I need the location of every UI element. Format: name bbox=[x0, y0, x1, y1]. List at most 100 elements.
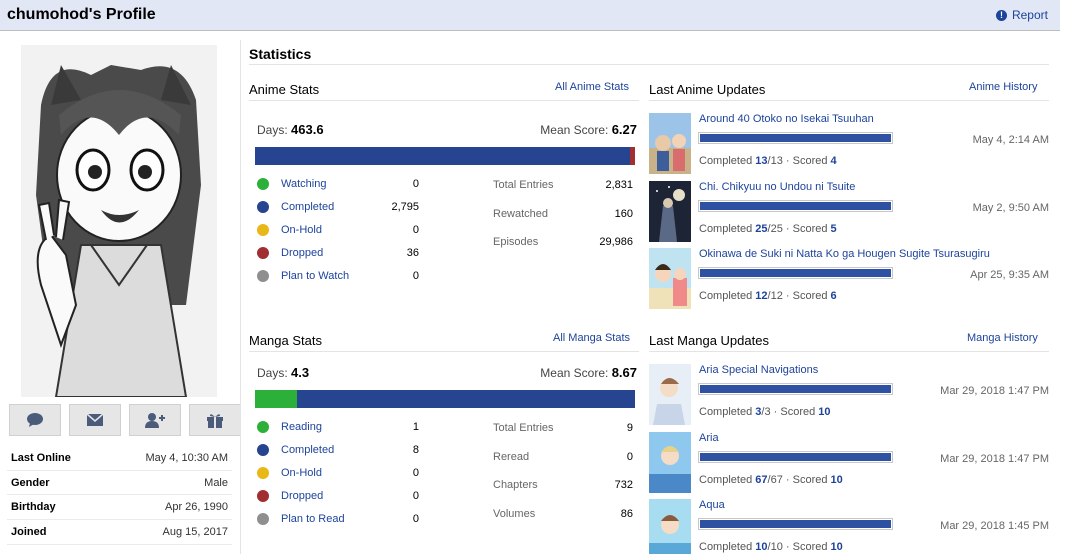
speech-bubble-icon bbox=[27, 413, 43, 427]
anime-title-link[interactable]: Around 40 Otoko no Isekai Tsuuhan bbox=[699, 113, 874, 125]
status-watching[interactable]: Watching 0 bbox=[257, 172, 422, 195]
list-item: Aria Mar 29, 2018 1:47 PM Completed 67/6… bbox=[649, 431, 1049, 500]
info-key: Last Online bbox=[11, 451, 71, 464]
status-dot bbox=[257, 200, 269, 213]
update-status: Completed bbox=[699, 290, 753, 302]
all-manga-stats-link[interactable]: All Manga Stats bbox=[553, 332, 630, 344]
total-entries-row: Total Entries 2,831 bbox=[493, 171, 633, 200]
status-count: 0 bbox=[412, 269, 419, 282]
status-count: 0 bbox=[412, 466, 419, 479]
gift-button[interactable] bbox=[189, 404, 241, 436]
status-count: 36 bbox=[406, 246, 419, 259]
info-row-birthday: Birthday Apr 26, 1990 bbox=[7, 495, 232, 521]
status-dropped[interactable]: Dropped 0 bbox=[257, 484, 422, 507]
status-bar-segment bbox=[255, 390, 298, 408]
status-reading[interactable]: Reading 1 bbox=[257, 415, 422, 438]
message-button[interactable] bbox=[69, 404, 121, 436]
manga-title-link[interactable]: Aria Special Navigations bbox=[699, 364, 818, 376]
total-label: Volumes bbox=[493, 507, 536, 520]
list-item: Aria Special Navigations Mar 29, 2018 1:… bbox=[649, 364, 1049, 432]
status-label: Plan to Read bbox=[281, 512, 345, 525]
user-info-table: Last Online May 4, 10:30 AM Gender Male … bbox=[7, 446, 232, 545]
anime-cover-thumbnail[interactable] bbox=[649, 248, 691, 309]
total-value: 86 bbox=[620, 507, 633, 520]
manga-status-list: Reading 1 Completed 8 On-Hold 0 Dropped 0 Pl… bbox=[257, 415, 422, 530]
anime-stats-heading: Anime Stats bbox=[249, 82, 320, 97]
info-row-last-online: Last Online May 4, 10:30 AM bbox=[7, 446, 232, 471]
progress-count: 12 bbox=[755, 290, 768, 302]
status-plan-to-read[interactable]: Plan to Read 0 bbox=[257, 507, 422, 530]
days-label: Days: bbox=[257, 366, 288, 380]
anime-status-list: Watching 0 Completed 2,795 On-Hold 0 Droppe… bbox=[257, 172, 422, 287]
comment-button[interactable] bbox=[9, 404, 61, 436]
update-status: Completed bbox=[699, 406, 753, 418]
progress-bar bbox=[698, 267, 893, 279]
update-date: May 4, 2:14 AM bbox=[972, 134, 1049, 146]
days-label: Days: bbox=[257, 123, 288, 137]
anime-cover-thumbnail[interactable] bbox=[649, 180, 691, 242]
mean-score-label: Mean Score: bbox=[540, 123, 609, 137]
status-on-hold[interactable]: On-Hold 0 bbox=[257, 218, 422, 241]
status-completed[interactable]: Completed 2,795 bbox=[257, 195, 422, 218]
manga-cover-thumbnail[interactable] bbox=[649, 431, 691, 493]
status-dropped[interactable]: Dropped 36 bbox=[257, 241, 422, 264]
manga-title-link[interactable]: Aqua bbox=[699, 499, 725, 511]
manga-cover-thumbnail[interactable] bbox=[649, 364, 691, 425]
update-info: Completed 12/12 · Scored 6 bbox=[699, 290, 837, 302]
anime-history-link[interactable]: Anime History bbox=[969, 81, 1037, 93]
total-label: Total Entries bbox=[493, 179, 554, 192]
info-value: Male bbox=[204, 476, 228, 489]
manga-updates-divider bbox=[649, 351, 1049, 352]
report-link[interactable]: ! Report bbox=[995, 8, 1048, 22]
status-on-hold[interactable]: On-Hold 0 bbox=[257, 461, 422, 484]
total-value: 2,831 bbox=[605, 179, 633, 192]
status-completed[interactable]: Completed 8 bbox=[257, 438, 422, 461]
status-count: 0 bbox=[412, 512, 419, 525]
progress-count: 3 bbox=[755, 406, 762, 418]
anime-cover-thumbnail[interactable] bbox=[649, 113, 691, 174]
report-label: Report bbox=[1011, 8, 1048, 22]
statistics-title: Statistics bbox=[249, 46, 312, 62]
update-status: Completed bbox=[699, 222, 753, 235]
total-label: Reread bbox=[493, 450, 530, 463]
status-plan-to-watch[interactable]: Plan to Watch 0 bbox=[257, 264, 422, 287]
mean-score-label: Mean Score: bbox=[540, 366, 609, 380]
add-friend-button[interactable] bbox=[129, 404, 181, 436]
chapters-row: Chapters 732 bbox=[493, 471, 633, 500]
anime-stats-divider bbox=[249, 100, 639, 101]
score-value: 4 bbox=[830, 155, 837, 167]
update-info: Completed 13/13 · Scored 4 bbox=[699, 155, 837, 167]
manga-mean-score: 8.67 bbox=[611, 365, 637, 380]
manga-cover-thumbnail[interactable] bbox=[649, 499, 691, 554]
anime-updates-divider bbox=[649, 100, 1049, 101]
progress-bar bbox=[698, 132, 893, 144]
info-key: Gender bbox=[11, 476, 50, 489]
manga-updates-heading: Last Manga Updates bbox=[649, 333, 769, 348]
volumes-row: Volumes 86 bbox=[493, 500, 633, 529]
anime-days-value: 463.6 bbox=[291, 122, 324, 137]
total-value: 9 bbox=[626, 422, 633, 435]
status-dot bbox=[257, 512, 269, 525]
info-key: Birthday bbox=[11, 501, 56, 514]
score-value: 5 bbox=[830, 222, 837, 235]
anime-title-link[interactable]: Okinawa de Suki ni Natta Ko ga Hougen Su… bbox=[699, 248, 990, 260]
status-bar-segment bbox=[255, 147, 631, 165]
status-label: Watching bbox=[281, 177, 327, 190]
status-dot bbox=[257, 269, 269, 282]
progress-bar bbox=[698, 199, 893, 212]
status-dot bbox=[257, 177, 269, 190]
all-anime-stats-link[interactable]: All Anime Stats bbox=[555, 81, 629, 93]
manga-stats-divider bbox=[249, 351, 639, 352]
list-item: Chi. Chikyuu no Undou ni Tsuite May 2, 9… bbox=[649, 180, 1049, 249]
manga-title-link[interactable]: Aria bbox=[699, 432, 719, 444]
progress-count: 10 bbox=[755, 541, 768, 553]
manga-history-link[interactable]: Manga History bbox=[967, 332, 1038, 344]
status-label: On-Hold bbox=[281, 466, 322, 479]
status-label: Completed bbox=[281, 200, 335, 213]
status-bar-segment bbox=[630, 147, 635, 165]
anime-title-link[interactable]: Chi. Chikyuu no Undou ni Tsuite bbox=[699, 181, 855, 193]
status-count: 2,795 bbox=[391, 200, 419, 213]
score-label: Scored bbox=[792, 222, 828, 235]
update-info: Completed 67/67 · Scored 10 bbox=[699, 473, 843, 486]
info-value: Aug 15, 2017 bbox=[162, 525, 228, 538]
